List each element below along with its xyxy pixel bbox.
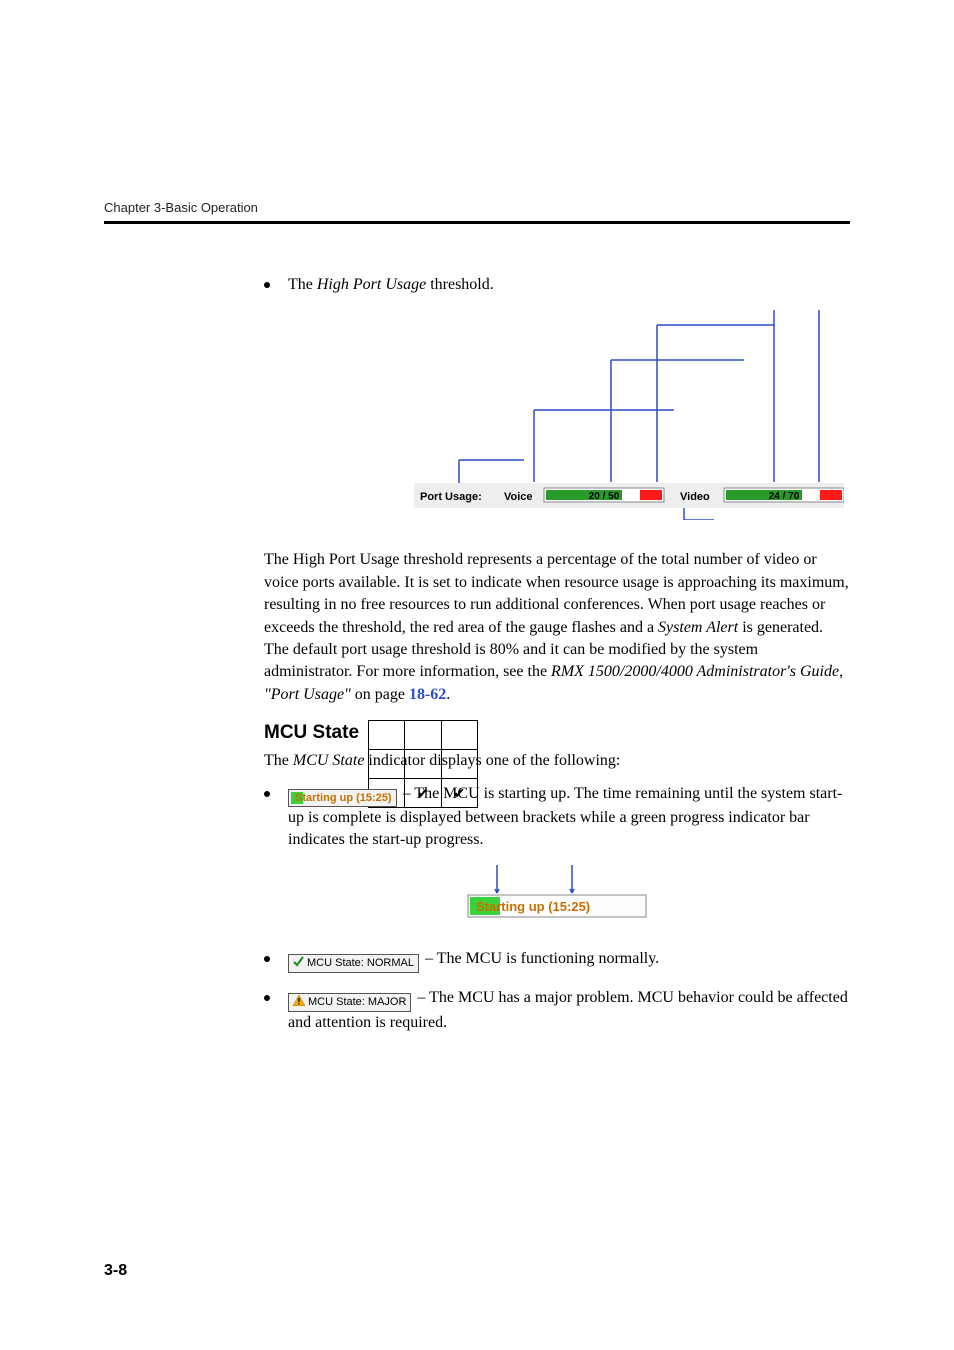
status-badge-major: MCU State: MAJOR [288, 993, 411, 1012]
bullet-icon [264, 995, 270, 1001]
list-item-text: MCU State: NORMAL – The MCU is functioni… [288, 948, 659, 973]
term-mcu-state: MCU State [293, 752, 365, 769]
port-usage-label: Port Usage: [420, 491, 482, 503]
badge-text: MCU State: MAJOR [308, 996, 406, 1008]
status-badge-starting: Starting up (15:25) [288, 789, 397, 807]
term-high-port-usage: High Port Usage [317, 276, 426, 293]
heading-mcu-state: MCU State [264, 722, 850, 744]
starting-up-svg: Starting up (15:25) [462, 865, 652, 925]
xref-link[interactable]: 18-62 [409, 686, 446, 703]
text: The [288, 276, 317, 293]
term-admin-guide: RMX 1500/2000/4000 Administrator's Guide [551, 663, 839, 680]
port-usage-svg: Port Usage: Voice 20 / 50 Video 24 / 70 [414, 310, 844, 520]
video-label: Video [680, 491, 710, 503]
term-port-usage: "Port Usage" [264, 686, 351, 703]
bullet-icon [264, 956, 270, 962]
badge-text: MCU State: NORMAL [307, 957, 414, 969]
starting-up-text: Starting up (15:25) [476, 899, 590, 914]
term-system-alert: System Alert [658, 619, 738, 636]
starting-up-figure: Starting up (15:25) [264, 865, 850, 930]
bullet-icon [264, 282, 270, 288]
text: , [839, 663, 843, 680]
video-value: 24 / 70 [769, 491, 800, 502]
checkmark-icon [405, 779, 441, 808]
header-rule [104, 221, 850, 224]
bullet-icon [264, 791, 270, 797]
text: – The MCU is functioning normally. [421, 950, 659, 967]
voice-value: 20 / 50 [589, 491, 620, 502]
port-usage-figure: Port Usage: Voice 20 / 50 Video 24 / 70 [264, 310, 850, 525]
warning-icon [293, 995, 305, 1010]
text: threshold. [426, 276, 494, 293]
mcu-state-item-major: MCU State: MAJOR – The MCU has a major p… [264, 987, 850, 1034]
page-number: 3-8 [104, 1262, 127, 1280]
list-item-text: MCU State: MAJOR – The MCU has a major p… [288, 987, 850, 1034]
running-header: Chapter 3-Basic Operation [104, 200, 850, 215]
checkmark-icon [293, 956, 304, 971]
intro-bullet-text: The High Port Usage threshold. [288, 274, 494, 296]
high-port-usage-paragraph: The High Port Usage threshold represents… [264, 549, 850, 706]
mcu-state-item-normal: MCU State: NORMAL – The MCU is functioni… [264, 948, 850, 973]
text: on page [351, 686, 409, 703]
list-item-text: Starting up (15:25) – The MCU is startin… [288, 783, 850, 852]
mcu-state-intro: The MCU State indicator displays one of … [264, 750, 850, 772]
intro-bullet: The High Port Usage threshold. [264, 274, 850, 296]
text: . [446, 686, 450, 703]
checkmark-icon [441, 779, 477, 808]
mcu-state-item-starting: Starting up (15:25) – The MCU is startin… [264, 783, 850, 852]
voice-label: Voice [504, 491, 533, 503]
status-badge-normal: MCU State: NORMAL [288, 954, 419, 973]
text: The [264, 752, 293, 769]
